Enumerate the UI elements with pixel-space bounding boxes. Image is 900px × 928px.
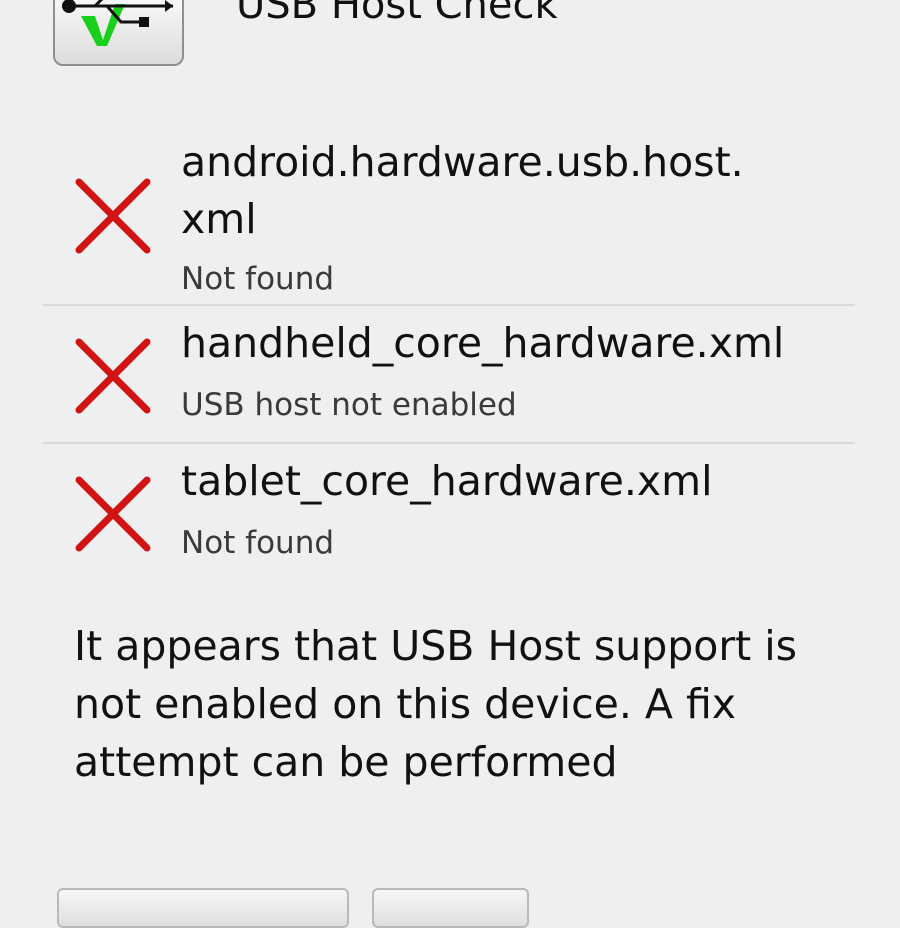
check-status: Not found [181, 261, 335, 297]
red-x-icon [75, 338, 151, 414]
status-message: It appears that USB Host support is not … [74, 622, 798, 786]
check-item-usb-host-xml: android.hardware.usb.host. xml Not found [43, 134, 855, 304]
red-x-icon [75, 476, 151, 552]
check-title: tablet_core_hardware.xml [181, 457, 713, 505]
check-title: handheld_core_hardware.xml [181, 319, 785, 367]
fix-button[interactable] [57, 888, 349, 928]
usb-check-icon [53, 0, 184, 66]
red-x-icon [75, 178, 151, 254]
check-status: USB host not enabled [181, 387, 517, 423]
check-status: Not found [181, 525, 335, 561]
check-title: android.hardware.usb.host. [181, 138, 744, 186]
check-title-continued: xml [181, 195, 257, 243]
check-item-tablet-core-hardware: tablet_core_hardware.xml Not found [43, 450, 855, 580]
app-title: USB Host Check [236, 0, 558, 28]
check-item-handheld-core-hardware: handheld_core_hardware.xml USB host not … [43, 312, 855, 442]
exit-button[interactable] [372, 888, 529, 928]
list-divider [43, 304, 855, 306]
list-divider [43, 442, 855, 444]
